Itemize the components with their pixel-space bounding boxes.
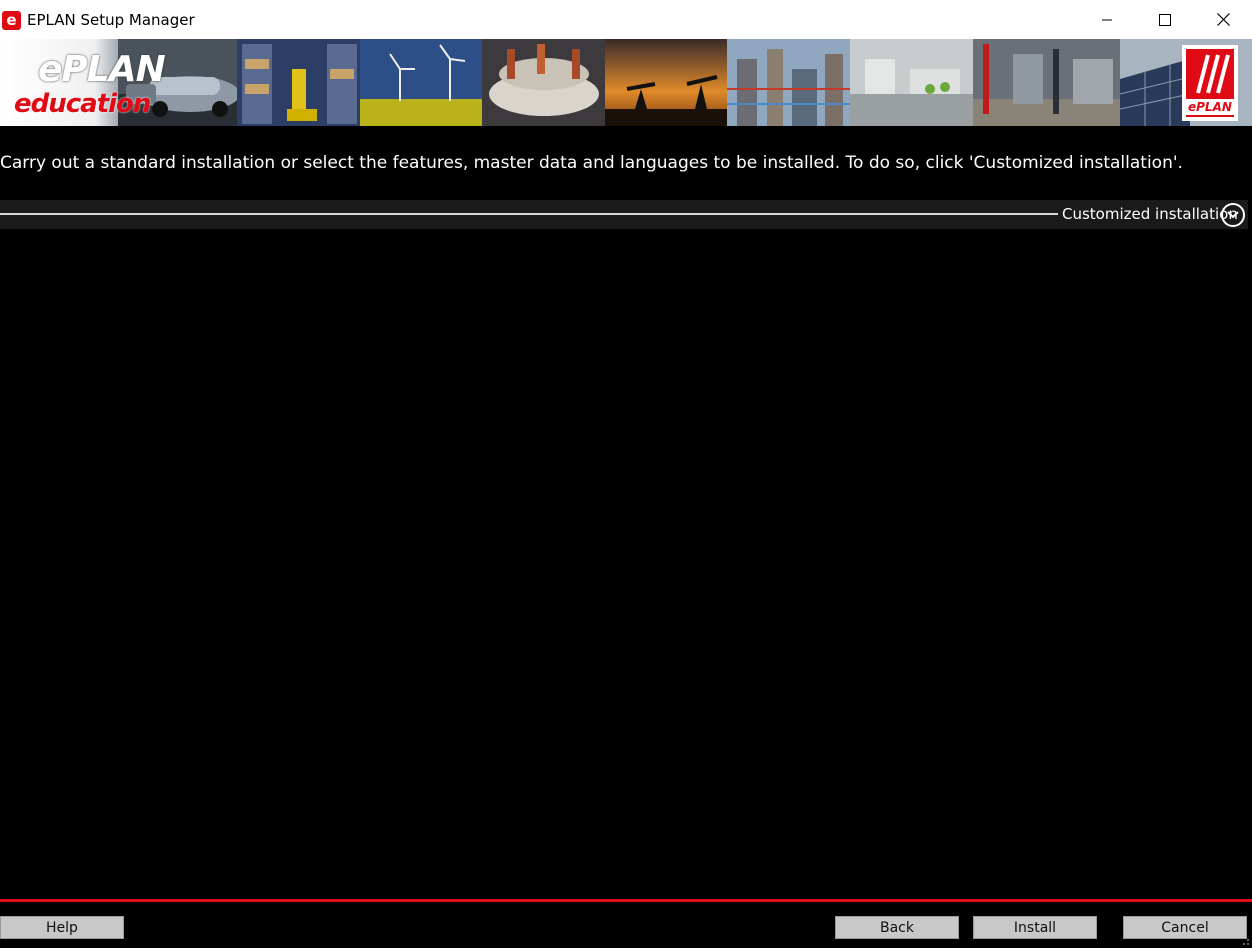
power-station-image	[972, 39, 1120, 126]
banner-tile-logo-cars: ePLAN education	[0, 39, 238, 126]
banner-tile-plant	[727, 39, 850, 126]
automation-line-image	[850, 39, 973, 126]
title-bar: e EPLAN Setup Manager	[0, 0, 1252, 39]
oil-pumps-image	[604, 39, 728, 126]
banner-tile-wind	[359, 39, 483, 126]
banner-tile-power	[972, 39, 1120, 126]
banner-tile-automation	[850, 39, 973, 126]
help-button[interactable]: Help	[0, 916, 124, 939]
maximize-icon	[1159, 13, 1171, 26]
cancel-button[interactable]: Cancel	[1123, 916, 1247, 939]
header-banner: ePLAN education ePLAN	[0, 39, 1252, 126]
instruction-text: Carry out a standard installation or sel…	[0, 153, 1183, 173]
minimize-icon	[1102, 19, 1112, 20]
eplan-brand-logo: ePLAN	[1181, 45, 1238, 121]
resize-grip-icon[interactable]	[1240, 936, 1250, 946]
maximize-button[interactable]	[1136, 0, 1194, 39]
eplan-stripes-icon	[1196, 54, 1230, 94]
machine-parts-image	[482, 39, 605, 126]
customized-installation-expander[interactable]: Customized installation	[0, 200, 1248, 229]
eplan-app-icon: e	[2, 11, 21, 30]
eplan-brand-logo-text: ePLAN	[1185, 99, 1234, 115]
footer-divider	[0, 899, 1252, 902]
banner-tile-machine	[482, 39, 605, 126]
expander-divider	[0, 213, 1058, 215]
banner-tile-warehouse	[237, 39, 360, 126]
education-logo-text: education	[14, 89, 151, 119]
close-icon	[1216, 13, 1230, 26]
close-button[interactable]	[1194, 0, 1252, 39]
industrial-plant-image	[727, 39, 850, 126]
customized-installation-label[interactable]: Customized installation	[1062, 205, 1238, 223]
customized-installation-toggle[interactable]	[1221, 203, 1245, 227]
wind-turbines-image	[359, 39, 483, 126]
eplan-logo-text: ePLAN	[38, 49, 166, 90]
window-title: EPLAN Setup Manager	[27, 11, 195, 29]
banner-tile-oil	[604, 39, 728, 126]
setup-manager-window: e EPLAN Setup Manager ePLAN education eP…	[0, 0, 1252, 948]
chevron-down-icon	[1227, 211, 1239, 219]
back-button[interactable]: Back	[835, 916, 959, 939]
banner-tile-solar: ePLAN	[1119, 39, 1252, 126]
minimize-button[interactable]	[1078, 0, 1136, 39]
install-button[interactable]: Install	[973, 916, 1097, 939]
warehouse-image	[237, 39, 360, 126]
